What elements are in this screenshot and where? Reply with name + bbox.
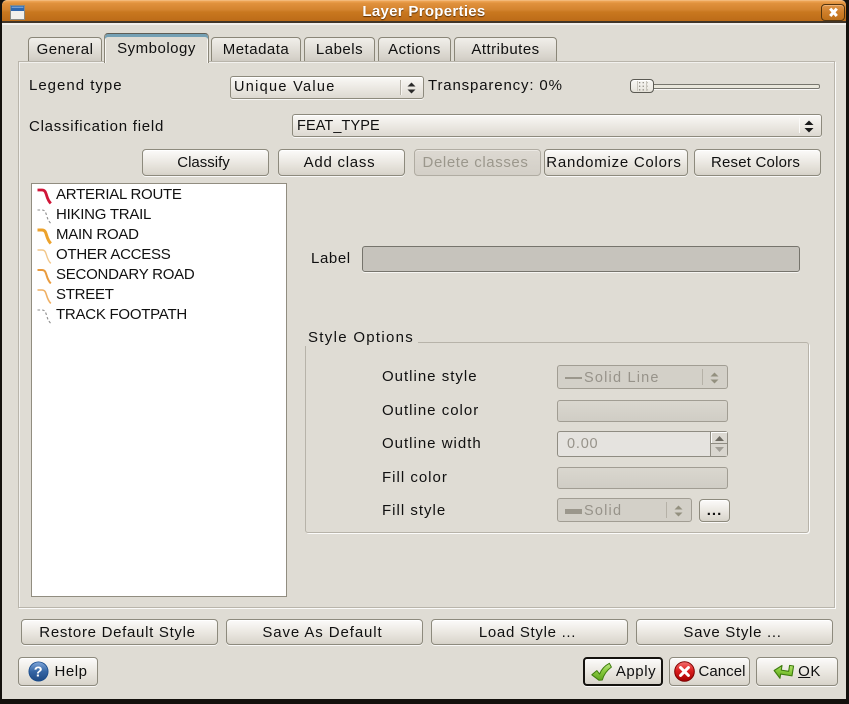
svg-text:?: ? (34, 665, 43, 681)
